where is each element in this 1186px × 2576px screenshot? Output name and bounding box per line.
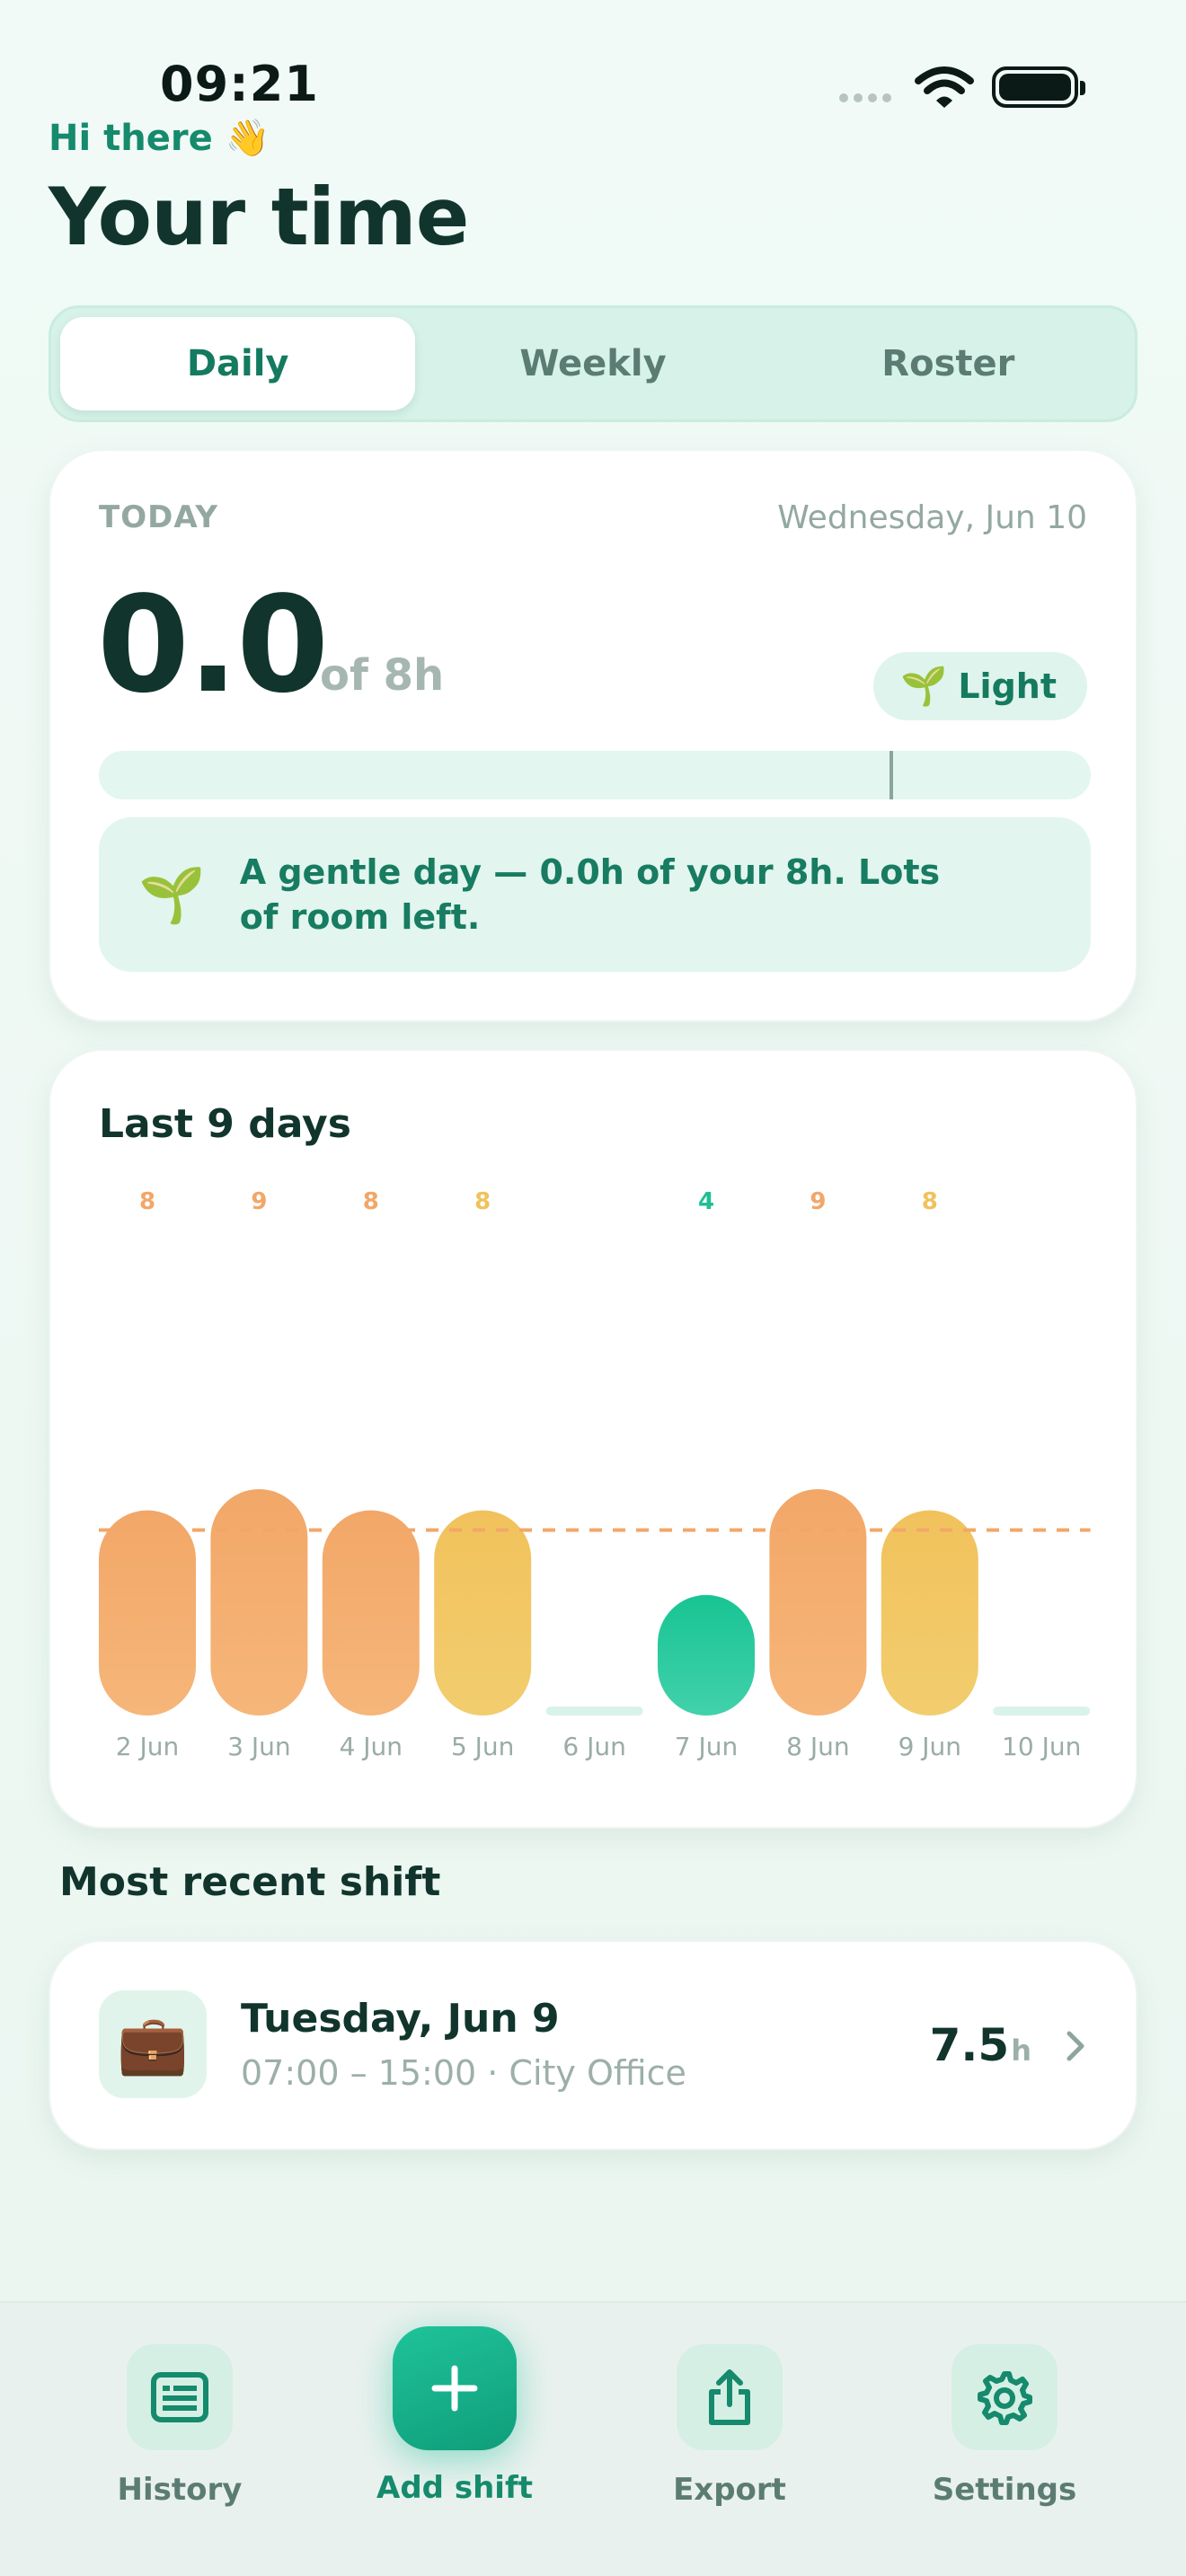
chart-bar: [769, 1489, 867, 1716]
gear-icon: [951, 2344, 1058, 2450]
view-segmented-control: Daily Weekly Roster: [49, 305, 1137, 422]
shift-hours-value: 7.5: [929, 2019, 1010, 2071]
list-icon: [127, 2344, 233, 2450]
greeting: Hi there 👋: [49, 118, 270, 159]
chart-bar: [210, 1489, 308, 1716]
share-icon: [677, 2344, 783, 2450]
today-note-text: A gentle day — 0.0h of your 8h. Lots of …: [239, 852, 941, 937]
tab-daily[interactable]: Daily: [60, 317, 416, 410]
chart-bar-empty: [993, 1707, 1091, 1716]
chart-category-label: 4 Jun: [340, 1732, 403, 1761]
chart-bar-empty: [545, 1707, 643, 1716]
today-note: 🌱 A gentle day — 0.0h of your 8h. Lots o…: [99, 817, 1091, 972]
nav-settings-label: Settings: [932, 2472, 1077, 2508]
chart-bar: [881, 1510, 978, 1716]
chart-bar: [99, 1510, 196, 1716]
nav-export-label: Export: [673, 2472, 786, 2508]
chart-category-label: 8 Jun: [786, 1732, 849, 1761]
chart-bar: [658, 1594, 755, 1716]
shift-date: Tuesday, Jun 9: [241, 1996, 560, 2042]
chart-data-label: 4: [698, 1188, 714, 1215]
chart-category-label: 3 Jun: [227, 1732, 290, 1761]
nav-export[interactable]: Export: [631, 2344, 828, 2508]
cellular-signal-icon: [839, 93, 891, 102]
today-date: Wednesday, Jun 10: [777, 499, 1087, 536]
load-level-label: Light: [958, 666, 1057, 706]
battery-icon: [992, 66, 1085, 108]
hours-bar-chart: 8 2 Jun 9 3 Jun 8 4 Jun 8 5 Jun 6 Jun 4 7 Jun 9 8 Ju…: [99, 1188, 1091, 1761]
chart-data-label: 8: [139, 1188, 155, 1215]
chart-category-label: 5 Jun: [451, 1732, 514, 1761]
chart-data-label: 9: [251, 1188, 267, 1215]
chart-category-label: 6 Jun: [562, 1732, 625, 1761]
sprout-icon: 🌱: [138, 863, 206, 927]
shift-meta: 07:00 – 15:00 · City Office: [241, 2053, 686, 2093]
briefcase-icon: 💼: [99, 1990, 207, 2098]
chart-bar: [434, 1510, 532, 1716]
recent-shift-card[interactable]: 💼 Tuesday, Jun 9 07:00 – 15:00 · City Of…: [49, 1940, 1137, 2150]
chart-bar: [322, 1510, 420, 1716]
today-progress-bar: [99, 751, 1091, 799]
add-shift-button[interactable]: [393, 2326, 517, 2450]
chart-data-label: 9: [810, 1188, 826, 1215]
chart-category-label: 10 Jun: [1002, 1732, 1081, 1761]
nav-add-label: Add shift: [376, 2470, 533, 2506]
chart-category-label: 7 Jun: [675, 1732, 738, 1761]
load-level-badge: 🌱 Light: [873, 652, 1087, 720]
status-time: 09:21: [160, 56, 319, 112]
progress-goal-marker: [890, 751, 893, 799]
today-goal: of 8h: [320, 650, 445, 701]
history-chart-card: Last 9 days 82 Jun 9 3 Jun 8 4 Jun 8 5 Jun 6 Ju…: [49, 1049, 1137, 1829]
plus-icon: [431, 2365, 478, 2412]
sprout-icon: 🌱: [900, 664, 948, 708]
chart-data-label: 8: [922, 1188, 938, 1215]
shift-hours-unit: h: [1011, 2033, 1031, 2068]
nav-history-label: History: [117, 2472, 243, 2508]
nav-history[interactable]: History: [81, 2344, 279, 2508]
today-hours: 0.0: [97, 568, 329, 722]
today-card: TODAY Wednesday, Jun 10 0.0 of 8h 🌱 Ligh…: [49, 449, 1137, 1022]
wifi-icon: [915, 66, 974, 108]
shift-hours: 7.5h: [930, 2019, 1031, 2071]
chart-data-label: 8: [363, 1188, 379, 1215]
today-label: TODAY: [99, 499, 218, 535]
chevron-right-icon: [1067, 2031, 1084, 2061]
chart-category-label: 9 Jun: [898, 1732, 961, 1761]
chart-category-label: 2 Jun: [116, 1732, 179, 1761]
tab-roster[interactable]: Roster: [771, 317, 1126, 410]
bottom-navigation: History Add shift Export Settings: [0, 2301, 1186, 2576]
nav-settings[interactable]: Settings: [906, 2344, 1103, 2508]
recent-shift-heading: Most recent shift: [59, 1859, 441, 1905]
nav-add-shift[interactable]: Add shift: [356, 2326, 553, 2506]
tab-weekly[interactable]: Weekly: [415, 317, 770, 410]
chart-data-label: 8: [474, 1188, 491, 1215]
page-title: Your time: [49, 171, 469, 263]
